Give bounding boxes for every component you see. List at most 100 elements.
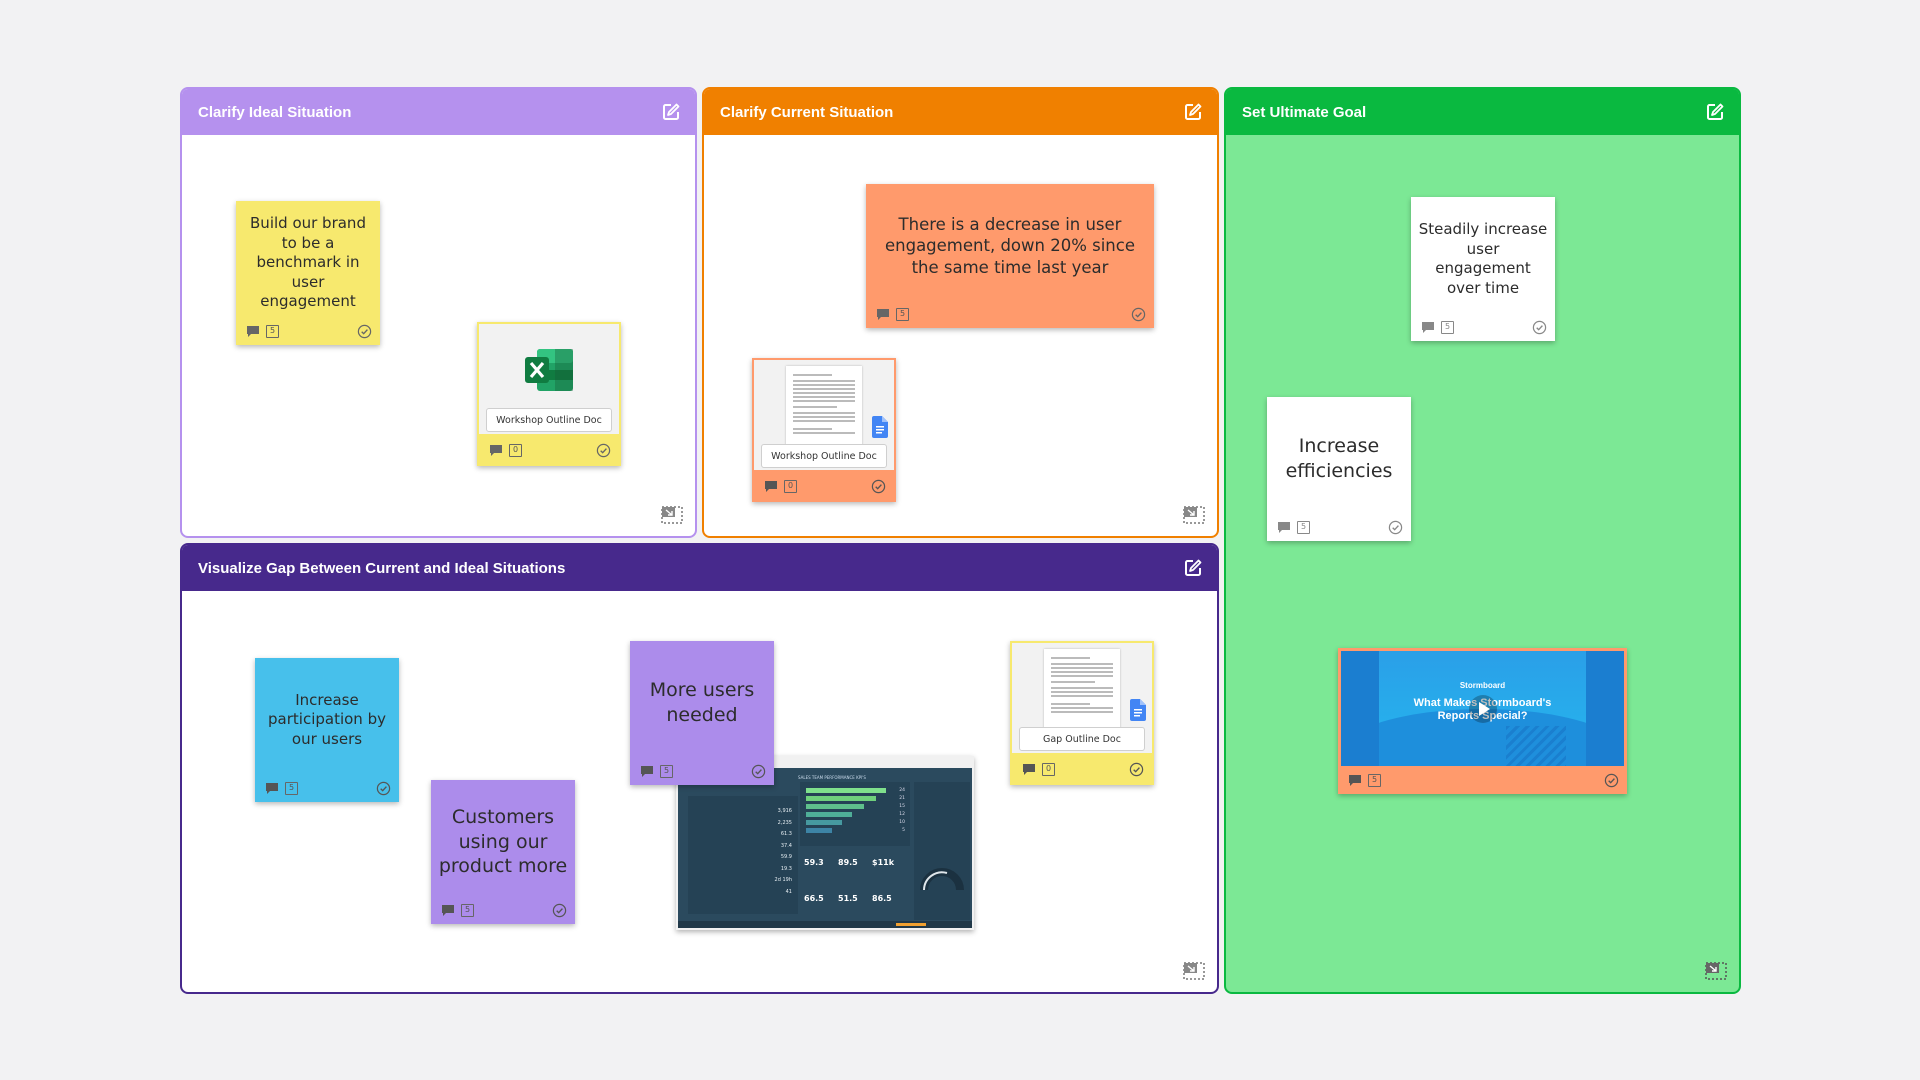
comment-icon[interactable]: [246, 325, 260, 338]
check-icon[interactable]: [751, 764, 766, 779]
section-title: Visualize Gap Between Current and Ideal …: [198, 559, 566, 577]
note-footer: 5: [265, 780, 391, 796]
expand-section-icon[interactable]: [1705, 962, 1727, 980]
comment-icon[interactable]: [1022, 763, 1036, 776]
vote-count[interactable]: 0: [1042, 762, 1055, 776]
section-title: Clarify Ideal Situation: [198, 103, 352, 121]
comment-icon[interactable]: [1348, 774, 1362, 787]
comment-icon[interactable]: [265, 782, 279, 795]
funnel-value: 5: [902, 828, 905, 833]
table-value: 59.9: [780, 854, 792, 860]
expand-section-icon[interactable]: [1183, 506, 1205, 524]
comment-icon[interactable]: [489, 444, 503, 457]
funnel-value: 24: [899, 788, 905, 793]
table-value: 19.3: [780, 865, 792, 872]
check-icon[interactable]: [1131, 307, 1146, 322]
vote-count[interactable]: 5: [1297, 520, 1310, 534]
note-footer: 5: [876, 306, 1146, 322]
sticky-note[interactable]: Build our brand to be a benchmark in use…: [236, 201, 380, 345]
document-card[interactable]: Gap Outline Doc 0: [1010, 641, 1154, 785]
funnel-value: 12: [899, 812, 905, 817]
table-value: 2d 19h: [774, 877, 792, 883]
document-card[interactable]: Workshop Outline Doc 0: [752, 358, 896, 502]
vote-count[interactable]: 5: [1441, 320, 1454, 334]
metric-value: 66.5: [804, 894, 824, 903]
google-docs-icon: [872, 416, 888, 438]
note-text: Steadily increase user engagement over t…: [1418, 220, 1548, 297]
section-header: Clarify Current Situation: [704, 89, 1217, 135]
section-header: Clarify Ideal Situation: [182, 89, 695, 135]
metric-value: $11k: [872, 858, 895, 867]
funnel-value: 10: [899, 820, 905, 825]
section-header: Set Ultimate Goal: [1226, 89, 1739, 135]
vote-count[interactable]: 5: [660, 764, 673, 778]
check-icon[interactable]: [871, 479, 886, 494]
table-value: 41: [785, 888, 792, 895]
note-text: More users needed: [649, 679, 755, 726]
note-footer: 0: [1022, 761, 1144, 777]
note-footer: 5: [246, 323, 372, 339]
note-text: There is a decrease in user engagement, …: [884, 214, 1135, 277]
comment-icon[interactable]: [764, 480, 778, 493]
document-card[interactable]: Workshop Outline Doc 0: [477, 322, 621, 466]
sticky-note[interactable]: Increase efficiencies 5: [1267, 397, 1411, 541]
table-value: 3,916: [777, 808, 792, 814]
table-value: 2,235: [777, 819, 792, 826]
table-value: 61.3: [780, 831, 792, 837]
comment-icon[interactable]: [1421, 321, 1435, 334]
note-text: Build our brand to be a benchmark in use…: [250, 214, 366, 311]
vote-count[interactable]: 5: [896, 307, 909, 321]
video-brand: Stormboard: [1459, 681, 1506, 690]
check-icon[interactable]: [596, 443, 611, 458]
section-header: Visualize Gap Between Current and Ideal …: [182, 545, 1217, 591]
check-icon[interactable]: [1129, 762, 1144, 777]
note-footer: 5: [1277, 519, 1403, 535]
comment-icon[interactable]: [441, 904, 455, 917]
vote-count[interactable]: 5: [266, 324, 279, 338]
dashboard-metrics: 59.3 89.5 $11k 66.5 51.5 86.5: [800, 850, 910, 920]
sticky-note[interactable]: More users needed 5: [630, 641, 774, 785]
document-label: Workshop Outline Doc: [761, 444, 887, 468]
edit-icon[interactable]: [1705, 102, 1725, 122]
note-footer: 0: [489, 442, 611, 458]
sticky-note[interactable]: Steadily increase user engagement over t…: [1411, 197, 1555, 341]
comment-icon[interactable]: [876, 308, 890, 321]
check-icon[interactable]: [1604, 773, 1619, 788]
check-icon[interactable]: [552, 903, 567, 918]
vote-count[interactable]: 5: [1368, 773, 1381, 787]
note-footer: 5: [640, 763, 766, 779]
check-icon[interactable]: [357, 324, 372, 339]
metric-value: 86.5: [872, 894, 892, 903]
table-value: 37.4: [780, 842, 792, 849]
vote-count[interactable]: 0: [784, 479, 797, 493]
sticky-note[interactable]: There is a decrease in user engagement, …: [866, 184, 1154, 328]
sticky-note[interactable]: Increase participation by our users 5: [255, 658, 399, 802]
comment-icon[interactable]: [1277, 521, 1291, 534]
document-label: Workshop Outline Doc: [486, 408, 612, 432]
expand-section-icon[interactable]: [1183, 962, 1205, 980]
video-thumbnail: Stormboard What Makes Stormboard's Repor…: [1341, 651, 1624, 766]
vote-count[interactable]: 0: [509, 443, 522, 457]
dashboard-title: SALES TEAM PERFORMANCE KPI'S: [798, 775, 866, 780]
check-icon[interactable]: [1532, 320, 1547, 335]
vote-count[interactable]: 5: [461, 903, 474, 917]
vote-count[interactable]: 5: [285, 781, 298, 795]
note-footer: 0: [764, 478, 886, 494]
edit-icon[interactable]: [1183, 102, 1203, 122]
edit-icon[interactable]: [661, 102, 681, 122]
check-icon[interactable]: [376, 781, 391, 796]
comment-icon[interactable]: [640, 765, 654, 778]
expand-section-icon[interactable]: [661, 506, 683, 524]
note-footer: 5: [1348, 772, 1619, 788]
dashboard-funnel: 24 21 15 12 10 5: [800, 782, 910, 846]
section-title: Set Ultimate Goal: [1242, 103, 1367, 121]
metric-value: 51.5: [838, 894, 858, 903]
document-label: Gap Outline Doc: [1019, 727, 1145, 751]
check-icon[interactable]: [1388, 520, 1403, 535]
video-card[interactable]: Stormboard What Makes Stormboard's Repor…: [1338, 648, 1627, 794]
play-icon[interactable]: [1468, 694, 1498, 724]
edit-icon[interactable]: [1183, 558, 1203, 578]
note-footer: 5: [441, 902, 567, 918]
sticky-note[interactable]: Customers using our product more 5: [431, 780, 575, 924]
dashboard-gauge: [914, 782, 970, 920]
